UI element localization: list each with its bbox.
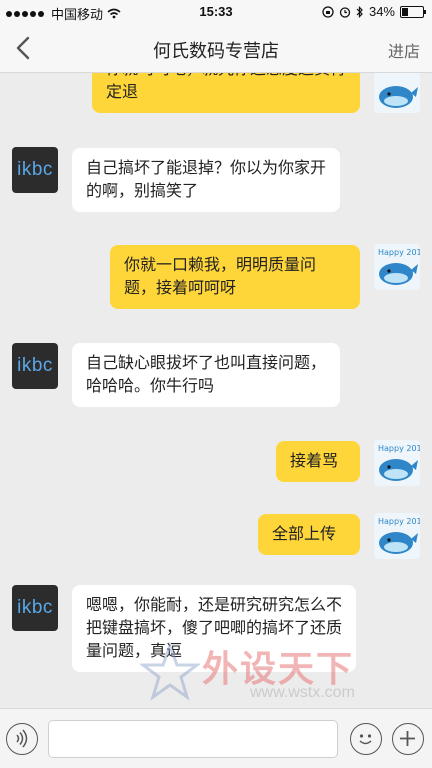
svg-text:Happy 2016: Happy 2016: [378, 444, 420, 453]
emoji-icon: [359, 734, 372, 745]
battery-percent: 34%: [368, 4, 395, 19]
nav-bar: 何氏数码专营店 进店: [0, 24, 432, 73]
message-text: 自己搞坏了能退掉？你以为你家开的啊，别搞笑了: [86, 160, 327, 200]
svg-text:Happy 2016: Happy 2016: [378, 517, 420, 526]
message-text: 自己缺心眼拔坏了也叫直接问题，哈哈哈。你牛行吗: [86, 355, 327, 395]
whale-avatar-icon: Happy 2016: [378, 517, 420, 554]
whale-avatar-icon: [379, 86, 418, 108]
emoji-button[interactable]: [350, 723, 382, 755]
whale-avatar-icon: Happy 2016: [378, 248, 420, 285]
shop-avatar-logo: ikbc: [17, 159, 53, 180]
shop-avatar[interactable]: ikbc: [12, 343, 58, 389]
user-avatar[interactable]: Happy 2016: [374, 513, 420, 559]
svg-text:Happy 2016: Happy 2016: [378, 248, 420, 257]
message-text: 全部上传: [272, 526, 337, 543]
input-bar: [0, 708, 432, 768]
message-text: 你就一口赖我，明明质量问题，接着呵呵呀: [124, 257, 317, 297]
shop-avatar[interactable]: ikbc: [12, 585, 58, 631]
shop-avatar-logo: ikbc: [17, 597, 53, 618]
status-bar: 中国移动 15:33 34%: [0, 0, 432, 24]
message-bubble-outgoing[interactable]: 你就呵呵吧，就凭你这态度这货肯定退: [92, 73, 360, 113]
more-button[interactable]: [392, 723, 424, 755]
message-bubble-outgoing[interactable]: 接着骂: [276, 441, 360, 482]
shop-title: 何氏数码专营店: [153, 41, 279, 61]
message-bubble-outgoing[interactable]: 全部上传: [258, 514, 360, 555]
message-bubble-outgoing[interactable]: 你就一口赖我，明明质量问题，接着呵呵呀: [110, 245, 360, 309]
plus-icon: [400, 731, 415, 746]
message-text: 你就呵呵吧，就凭你这态度这货肯定退: [106, 73, 346, 101]
message-text: 嗯嗯，你能耐，还是研究研究怎么不把键盘搞坏，傻了吧唧的搞坏了还质量问题，真逗: [86, 597, 343, 660]
battery-icon: [400, 5, 426, 18]
message-text: 接着骂: [290, 453, 339, 470]
voice-button[interactable]: [6, 723, 38, 755]
shop-avatar-logo: ikbc: [17, 355, 53, 376]
shop-avatar[interactable]: ikbc: [12, 147, 58, 193]
message-bubble-incoming[interactable]: 自己缺心眼拔坏了也叫直接问题，哈哈哈。你牛行吗: [72, 343, 340, 407]
whale-avatar-icon: Happy 2016: [378, 444, 420, 481]
enter-shop-button[interactable]: 进店: [388, 38, 420, 62]
message-bubble-incoming[interactable]: 自己搞坏了能退掉？你以为你家开的啊，别搞笑了: [72, 148, 340, 212]
voice-icon: [16, 729, 28, 748]
alarm-icon: [339, 6, 351, 18]
chat-area[interactable]: 你就呵呵吧，就凭你这态度这货肯定退 ikbc 自己搞坏了能退掉？你以为你家开的啊…: [0, 73, 432, 709]
status-right: 34%: [322, 4, 426, 19]
bluetooth-icon: [356, 5, 363, 18]
message-bubble-incoming[interactable]: 嗯嗯，你能耐，还是研究研究怎么不把键盘搞坏，傻了吧唧的搞坏了还质量问题，真逗: [72, 585, 356, 672]
message-input[interactable]: [48, 720, 338, 758]
user-avatar[interactable]: [374, 73, 420, 113]
user-avatar[interactable]: Happy 2016: [374, 244, 420, 290]
orientation-lock-icon: [322, 5, 334, 18]
user-avatar[interactable]: Happy 2016: [374, 440, 420, 486]
